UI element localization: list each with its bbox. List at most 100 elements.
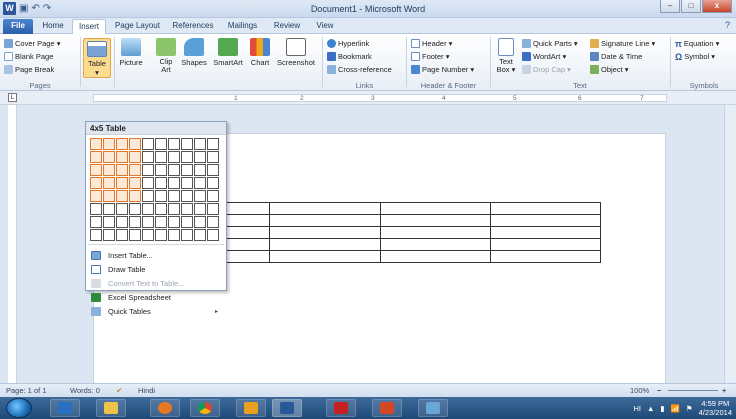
grid-cell[interactable] [181,138,193,150]
grid-cell[interactable] [90,164,102,176]
grid-cell[interactable] [90,138,102,150]
grid-cell[interactable] [90,177,102,189]
grid-cell[interactable] [207,164,219,176]
object-button[interactable]: Object ▾ [590,64,629,75]
shapes-button[interactable]: Shapes [180,38,208,78]
taskbar-acrobat[interactable] [326,399,356,417]
grid-cell[interactable] [194,164,206,176]
tab-review[interactable]: Review [267,19,307,34]
quick-tables-menu-item[interactable]: Quick Tables ▸ [86,305,226,318]
table-cell[interactable] [269,250,381,263]
taskbar-explorer[interactable] [96,399,126,417]
tab-file[interactable]: File [3,19,33,34]
grid-cell[interactable] [155,138,167,150]
grid-cell[interactable] [181,229,193,241]
show-hidden-icons-icon[interactable]: ▲ [647,404,654,413]
table-cell[interactable] [489,226,602,239]
table-cell[interactable] [489,250,602,263]
tab-view[interactable]: View [309,19,341,34]
grid-cell[interactable] [103,164,115,176]
page-count[interactable]: Page: 1 of 1 [6,386,46,396]
grid-cell[interactable] [194,190,206,202]
grid-cell[interactable] [129,229,141,241]
grid-cell[interactable] [129,151,141,163]
zoom-in-button[interactable]: + [722,386,726,396]
help-icon[interactable]: ? [725,20,730,30]
grid-cell[interactable] [142,177,154,189]
grid-cell[interactable] [142,203,154,215]
insert-table-menu-item[interactable]: Insert Table... [86,249,226,262]
grid-cell[interactable] [181,190,193,202]
grid-cell[interactable] [129,177,141,189]
table-cell[interactable] [379,238,491,251]
grid-cell[interactable] [155,229,167,241]
zoom-slider[interactable] [668,390,718,391]
chart-button[interactable]: Chart [248,38,272,78]
taskbar-word[interactable] [272,399,302,417]
table-cell[interactable] [489,238,602,251]
signal-icon[interactable]: 📶 [671,404,680,413]
maximize-button[interactable]: □ [681,0,701,13]
tab-insert[interactable]: Insert [72,19,106,34]
minimize-button[interactable]: – [660,0,680,13]
grid-cell[interactable] [90,190,102,202]
ruler-strip[interactable]: 1 2 3 4 5 6 7 [93,94,667,102]
grid-cell[interactable] [116,151,128,163]
vertical-scrollbar[interactable] [724,105,736,383]
draw-table-menu-item[interactable]: Draw Table [86,263,226,276]
grid-cell[interactable] [142,164,154,176]
language-indicator[interactable]: Hindi [138,386,155,396]
grid-cell[interactable] [103,138,115,150]
table-cell[interactable] [269,238,381,251]
equation-button[interactable]: π Equation ▾ [675,38,719,49]
taskbar-paint[interactable] [418,399,448,417]
grid-cell[interactable] [103,151,115,163]
tab-references[interactable]: References [168,19,218,34]
grid-cell[interactable] [194,216,206,228]
drop-cap-button[interactable]: Drop Cap ▾ [522,64,571,75]
close-button[interactable]: x [702,0,732,13]
grid-cell[interactable] [155,190,167,202]
grid-cell[interactable] [155,203,167,215]
taskbar-firefox[interactable] [150,399,180,417]
clock[interactable]: 4:59 PM 4/23/2014 [699,399,732,417]
grid-cell[interactable] [129,190,141,202]
grid-cell[interactable] [207,177,219,189]
grid-cell[interactable] [116,216,128,228]
hyperlink-button[interactable]: Hyperlink [327,38,369,49]
picture-button[interactable]: Picture [118,38,144,78]
proofing-icon[interactable]: ✔ [116,386,122,396]
quick-parts-button[interactable]: Quick Parts ▾ [522,38,578,49]
tab-home[interactable]: Home [36,19,70,34]
grid-cell[interactable] [194,229,206,241]
start-button[interactable] [6,398,32,418]
table-cell[interactable] [269,226,381,239]
table-cell[interactable] [379,226,491,239]
table-cell[interactable] [379,202,491,215]
grid-cell[interactable] [168,138,180,150]
table-grid-picker[interactable] [90,138,219,241]
cross-reference-button[interactable]: Cross-reference [327,64,392,75]
grid-cell[interactable] [181,203,193,215]
tab-selector[interactable]: L [8,93,17,102]
grid-cell[interactable] [103,190,115,202]
grid-cell[interactable] [194,177,206,189]
cover-page-button[interactable]: Cover Page ▾ [4,38,60,49]
grid-cell[interactable] [116,203,128,215]
grid-cell[interactable] [207,151,219,163]
date-time-button[interactable]: Date & Time [590,51,642,62]
grid-cell[interactable] [155,177,167,189]
grid-cell[interactable] [90,216,102,228]
grid-cell[interactable] [103,177,115,189]
smartart-button[interactable]: SmartArt [210,38,246,78]
convert-text-menu-item[interactable]: Convert Text to Table... [86,277,226,290]
grid-cell[interactable] [129,138,141,150]
page-break-button[interactable]: Page Break [4,64,54,75]
grid-cell[interactable] [90,203,102,215]
grid-cell[interactable] [155,216,167,228]
grid-cell[interactable] [194,138,206,150]
network-icon[interactable]: ▮ [660,404,664,413]
signature-line-button[interactable]: Signature Line ▾ [590,38,655,49]
grid-cell[interactable] [116,190,128,202]
word-count[interactable]: Words: 0 [70,386,100,396]
